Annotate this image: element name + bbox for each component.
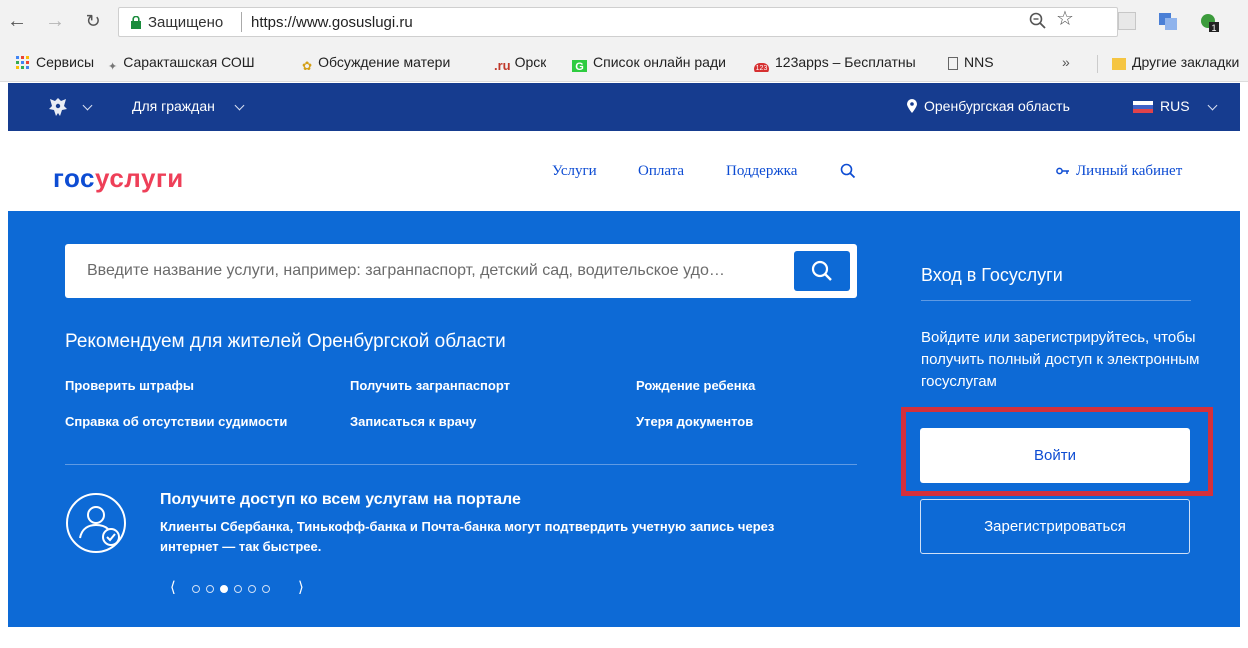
link-doctor-appointment[interactable]: Записаться к врачу: [350, 414, 476, 429]
site-header: госуслуги Услуги Оплата Поддержка Личный…: [8, 131, 1240, 211]
bookmark-orsk[interactable]: .ru Орск: [494, 54, 546, 72]
location-pin-icon: [907, 99, 917, 113]
region-selector[interactable]: Оренбургская область: [924, 98, 1070, 114]
link-child-birth[interactable]: Рождение ребенка: [636, 378, 755, 393]
back-icon[interactable]: ←: [7, 11, 27, 31]
emblem-icon[interactable]: [46, 95, 70, 119]
bookmarks-bar: Сервисы ✦ Саракташская СОШ ✿ Обсуждение ма…: [0, 44, 1248, 82]
personal-account-link[interactable]: Личный кабинет: [1076, 163, 1182, 180]
link-no-criminal-record[interactable]: Справка об отсутствии судимости: [65, 414, 287, 429]
bookmark-star-icon[interactable]: ☆: [1056, 9, 1074, 29]
logo-part-gos: гос: [53, 163, 95, 193]
secure-label: Защищено: [148, 14, 224, 31]
bug-extension-icon[interactable]: 1: [1198, 11, 1220, 33]
gosuslugi-logo[interactable]: госуслуги: [53, 163, 184, 194]
chevron-down-icon[interactable]: [234, 100, 245, 111]
url-text[interactable]: https://www.gosuslugi.ru: [251, 14, 413, 31]
link-lost-documents[interactable]: Утеря документов: [636, 414, 753, 429]
search-icon[interactable]: [840, 163, 856, 179]
bookmarks-divider: [1097, 55, 1098, 73]
forward-icon[interactable]: →: [45, 11, 65, 31]
apps-grid-icon: [16, 56, 29, 69]
bookmark-label: Орск: [514, 54, 547, 70]
page-icon: [948, 57, 958, 70]
pdf-extension-icon[interactable]: [1118, 12, 1136, 30]
register-button[interactable]: Зарегистрироваться: [920, 499, 1190, 554]
russia-flag-icon: [1133, 101, 1153, 113]
search-input[interactable]: [65, 244, 805, 298]
service-search: [65, 244, 857, 298]
bookmark-label: 123apps – Бесплатны: [775, 54, 916, 70]
promo-text: Клиенты Сбербанка, Тинькофф-банка и Почт…: [160, 519, 775, 554]
bookmark-label: NNS: [964, 54, 994, 70]
chevron-down-icon[interactable]: [1207, 100, 1218, 111]
browser-toolbar: ← → ↻ Защищено https://www.gosuslugi.ru …: [0, 0, 1248, 44]
menu-support[interactable]: Поддержка: [726, 163, 797, 180]
folder-icon: [1112, 58, 1126, 70]
promo-title: Получите доступ ко всем услугам на порта…: [160, 491, 521, 508]
carousel-dot[interactable]: [234, 585, 242, 593]
menu-services[interactable]: Услуги: [552, 163, 597, 180]
chevron-left-icon[interactable]: ⟨: [170, 580, 176, 596]
menu-payment[interactable]: Оплата: [638, 163, 684, 180]
reload-icon[interactable]: ↻: [83, 11, 103, 31]
link-get-passport[interactable]: Получить загранпаспорт: [350, 378, 510, 393]
bookmark-services[interactable]: Сервисы: [16, 54, 94, 72]
bookmark-label: Другие закладки: [1132, 54, 1240, 70]
recommendations-title: Рекомендуем для жителей Оренбургской обл…: [65, 331, 506, 352]
logo-part-uslugi: услуги: [95, 163, 184, 193]
carousel-dot[interactable]: [192, 585, 200, 593]
lock-icon: [131, 16, 141, 29]
zoom-icon[interactable]: [1028, 11, 1048, 31]
login-divider: [921, 300, 1191, 301]
translate-extension-icon[interactable]: [1158, 11, 1178, 31]
section-divider: [65, 464, 857, 465]
bookmark-123apps[interactable]: 123 123apps – Бесплатны: [754, 54, 922, 72]
ru-icon: .ru: [494, 58, 511, 72]
discussion-icon: ✿: [302, 59, 313, 72]
svg-text:1: 1: [1211, 23, 1216, 33]
site-topbar: Для граждан Оренбургская область RUS: [8, 83, 1240, 131]
bookmark-label: Обсуждение матери: [318, 54, 451, 70]
chevron-right-icon[interactable]: ⟩: [298, 580, 304, 596]
apps123-icon: 123: [754, 63, 769, 72]
search-button[interactable]: [794, 251, 850, 291]
bookmark-nns[interactable]: NNS: [948, 54, 994, 72]
audience-selector[interactable]: Для граждан: [132, 98, 215, 114]
bookmark-label: Сервисы: [36, 54, 95, 70]
language-selector[interactable]: RUS: [1160, 98, 1190, 114]
bookmark-school[interactable]: ✦ Саракташская СОШ: [108, 54, 255, 72]
carousel-dot[interactable]: [248, 585, 256, 593]
more-bookmarks-icon[interactable]: »: [1062, 54, 1070, 72]
carousel-dot[interactable]: [206, 585, 214, 593]
chevron-down-icon[interactable]: [82, 100, 93, 111]
login-panel-title: Вход в Госуслуги: [921, 265, 1063, 285]
bookmark-label: Саракташская СОШ: [123, 54, 255, 70]
carousel-dot-active[interactable]: [220, 585, 228, 593]
search-icon: [811, 260, 832, 281]
hero-section: Рекомендуем для жителей Оренбургской обл…: [8, 211, 1240, 627]
carousel-dot[interactable]: [262, 585, 270, 593]
login-description: Войдите или зарегистрируйтесь, чтобы пол…: [921, 329, 1200, 390]
url-divider: [241, 12, 242, 32]
link-check-fines[interactable]: Проверить штрафы: [65, 378, 194, 393]
bookmark-radio[interactable]: G Список онлайн ради: [572, 54, 734, 72]
login-button[interactable]: Войти: [920, 428, 1190, 483]
school-icon: ✦: [108, 61, 118, 72]
key-icon: [1056, 167, 1069, 175]
carousel-pager: ⟨ ⟩: [170, 580, 310, 597]
bookmark-label: Список онлайн ради: [593, 54, 726, 70]
address-bar[interactable]: Защищено https://www.gosuslugi.ru: [118, 7, 1118, 37]
bookmark-other[interactable]: Другие закладки: [1112, 54, 1248, 72]
bookmark-discussion[interactable]: ✿ Обсуждение матери: [302, 54, 474, 72]
radio-icon: G: [572, 60, 587, 72]
verified-user-icon: [66, 493, 126, 553]
